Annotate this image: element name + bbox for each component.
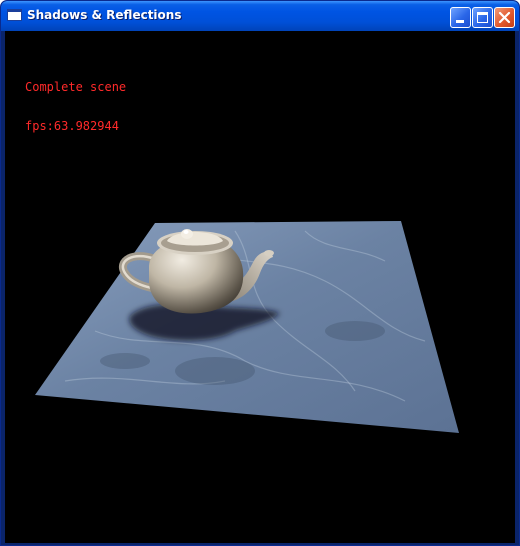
- maximize-icon: [477, 12, 488, 23]
- minimize-button[interactable]: [450, 7, 471, 28]
- hud-overlay: Complete scene fps:63.982944: [25, 55, 126, 159]
- close-icon: [498, 11, 511, 24]
- render-viewport[interactable]: Complete scene fps:63.982944: [5, 31, 515, 543]
- title-bar[interactable]: Shadows & Reflections: [1, 1, 519, 31]
- fps-counter: fps:63.982944: [25, 119, 119, 133]
- window-title: Shadows & Reflections: [27, 8, 182, 22]
- app-window: Shadows & Reflections Complete scene fps…: [0, 0, 520, 546]
- maximize-button[interactable]: [472, 7, 493, 28]
- app-window-icon[interactable]: [7, 9, 22, 21]
- scene-mode-label: Complete scene: [25, 80, 127, 94]
- close-button[interactable]: [494, 7, 515, 28]
- minimize-icon: [456, 20, 464, 23]
